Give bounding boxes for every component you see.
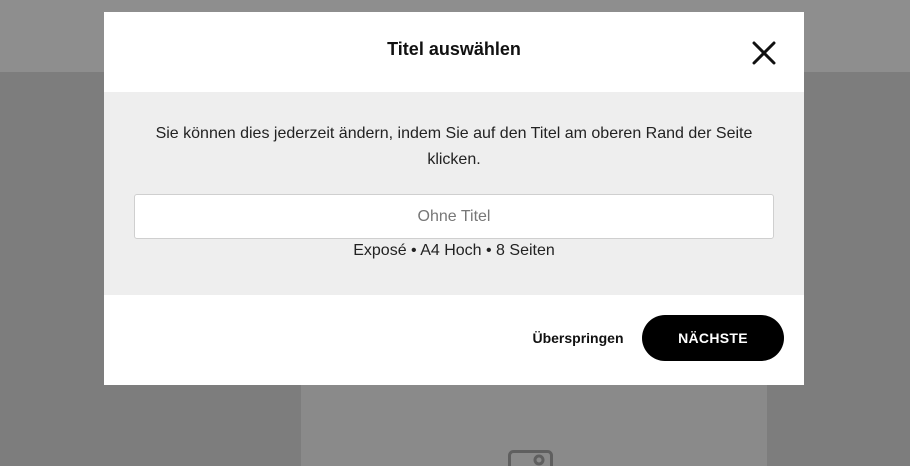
dialog-description: Sie können dies jederzeit ändern, indem … xyxy=(155,125,753,168)
skip-button[interactable]: Überspringen xyxy=(522,328,634,348)
document-meta: Exposé • A4 Hoch • 8 Seiten xyxy=(353,242,555,259)
dialog-title: Titel auswählen xyxy=(387,39,521,59)
dialog-header: Titel auswählen xyxy=(104,12,804,92)
select-title-dialog: Titel auswählen Sie können dies jederzei… xyxy=(104,12,804,385)
dialog-footer: Überspringen NÄCHSTE xyxy=(104,295,804,385)
next-button[interactable]: NÄCHSTE xyxy=(642,315,784,361)
close-icon[interactable] xyxy=(750,39,778,67)
title-input[interactable] xyxy=(134,194,774,239)
image-placeholder-icon xyxy=(508,450,553,466)
dialog-body: Sie können dies jederzeit ändern, indem … xyxy=(104,92,804,295)
